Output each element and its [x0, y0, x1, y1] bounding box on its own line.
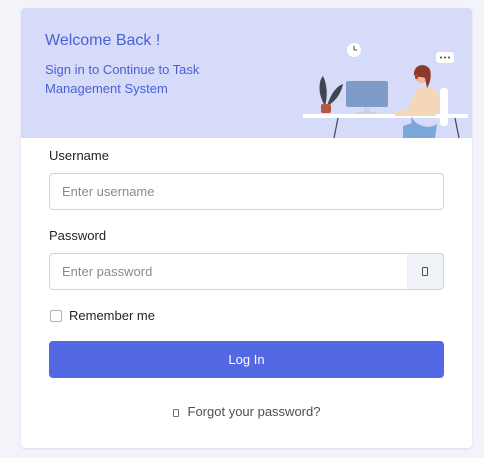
- password-input[interactable]: [49, 253, 408, 290]
- welcome-banner: Welcome Back ! Sign in to Continue to Ta…: [21, 8, 472, 138]
- login-button[interactable]: Log In: [49, 341, 444, 378]
- password-label: Password: [49, 228, 107, 243]
- eye-icon: [422, 267, 428, 276]
- person-at-desk-illustration: [303, 43, 468, 138]
- username-input[interactable]: [49, 173, 444, 210]
- lock-icon: [172, 409, 179, 417]
- remember-me-checkbox[interactable]: [50, 309, 62, 322]
- username-label: Username: [49, 148, 109, 163]
- password-group: [49, 253, 444, 290]
- remember-me-row: Remember me: [50, 308, 155, 323]
- login-card: Welcome Back ! Sign in to Continue to Ta…: [21, 8, 472, 448]
- welcome-subtitle: Sign in to Continue to Task Management S…: [45, 62, 200, 96]
- forgot-password-link[interactable]: Forgot your password?: [21, 404, 472, 419]
- remember-me-label[interactable]: Remember me: [69, 308, 155, 323]
- forgot-password-label[interactable]: Forgot your password?: [188, 404, 321, 419]
- toggle-password-button[interactable]: [407, 253, 444, 290]
- welcome-title: Welcome Back !: [45, 32, 161, 49]
